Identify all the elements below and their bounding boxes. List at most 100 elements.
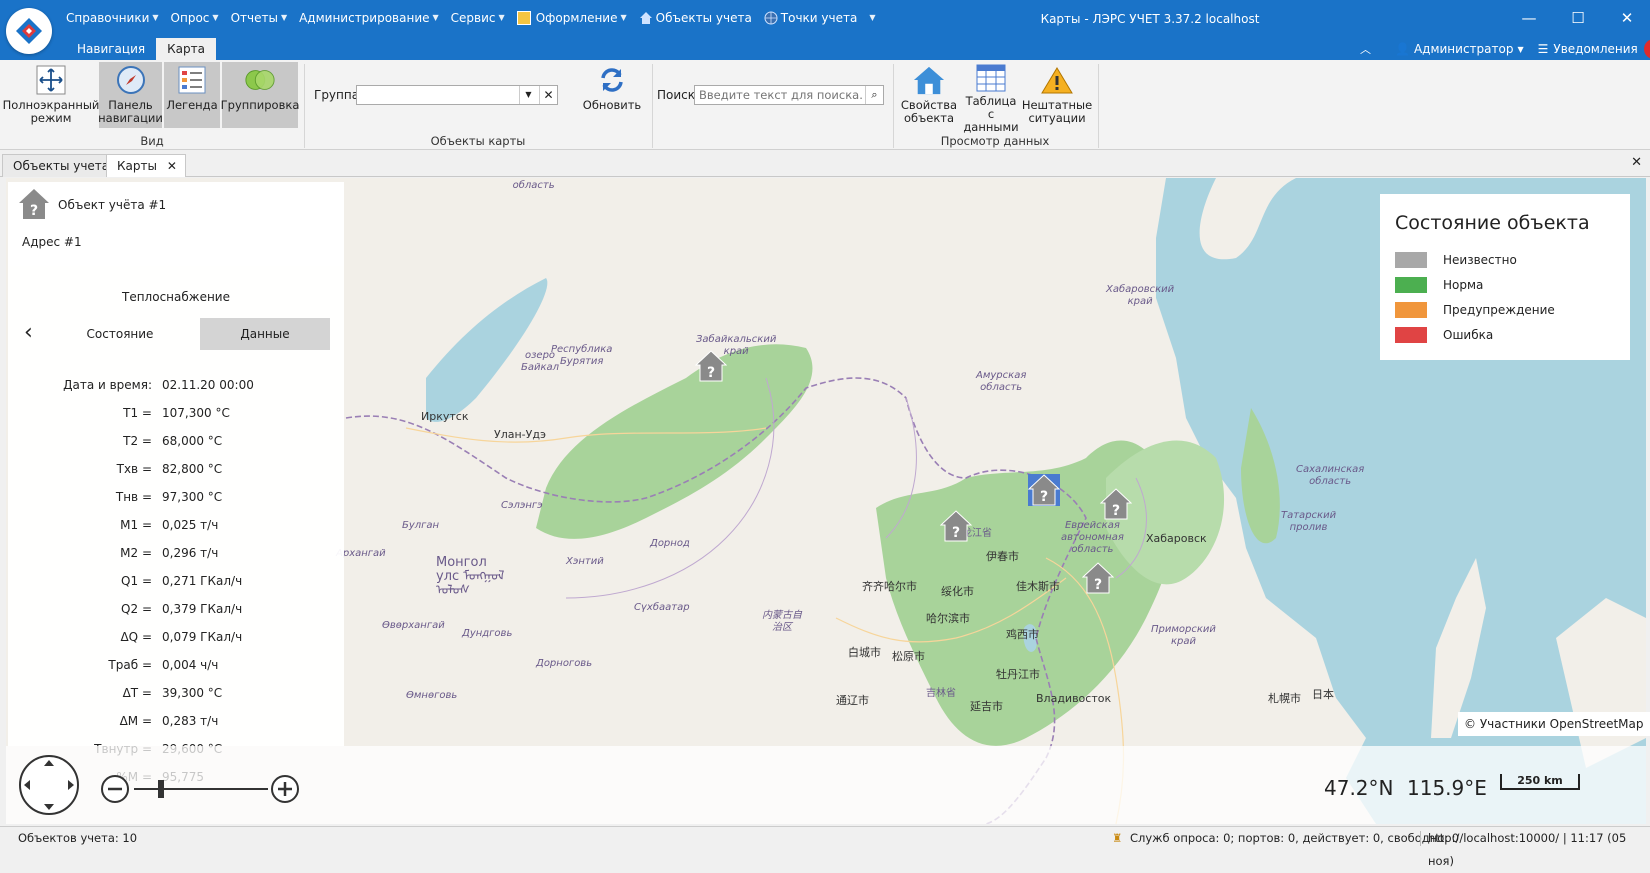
tab-map[interactable]: Карта [156,38,216,60]
search-field: ⌕ [694,85,884,105]
services-status[interactable]: Служб опроса: 0; портов: 0, действует: 0… [1130,827,1459,850]
grouping-button[interactable]: Группировка [221,62,299,128]
latitude-readout: 47.2°N [1324,776,1394,800]
legend-item: Ошибка [1395,326,1493,344]
house-icon [913,64,945,96]
object-header: ? Объект учёта #1 Адрес #1 [8,182,344,266]
mn-label: Сүхбаатар [634,602,690,613]
object-marker-selected[interactable]: ? [1028,474,1060,506]
data-row-value: 0,283 т/ч [162,714,219,728]
close-all-icon[interactable]: ✕ [1631,155,1642,170]
chevron-down-icon[interactable]: ▼ [519,86,537,104]
menu-oformlenie[interactable]: Оформление ▼ [511,9,633,27]
data-row-value: 02.11.20 00:00 [162,378,254,392]
object-panel: ? Объект учёта #1 Адрес #1 Теплоснабжени… [8,182,344,784]
clear-icon[interactable]: ✕ [539,86,557,104]
tab-navigation[interactable]: Навигация [66,38,156,60]
notifications-icon: ☰ [1537,42,1549,56]
search-input[interactable] [695,86,863,104]
grouping-icon [244,64,276,96]
menu-opros[interactable]: Опрос ▼ [165,9,225,27]
scale-bar: 250 km [1500,774,1580,790]
group-combobox[interactable]: ▼ ✕ [356,85,558,105]
search-icon[interactable]: ⌕ [865,86,883,104]
cn-label: 日本 [1312,688,1334,701]
zoom-slider-thumb[interactable] [158,780,164,798]
mn-label: Дорнод [650,538,690,549]
data-table-button[interactable]: Таблица с данными [962,62,1020,134]
user-menu[interactable]: Администратор [1414,42,1514,56]
data-row: M2 = 0,296 т/ч [8,544,344,562]
minimize-button[interactable]: — [1514,8,1544,28]
mn-label: Хэнтий [566,556,604,567]
notifications-link[interactable]: Уведомления [1553,42,1637,56]
collapse-ribbon-icon[interactable]: ︿ [1360,41,1371,57]
nav-panel-button[interactable]: Панель навигации [98,62,163,128]
emergencies-button[interactable]: Нештатные ситуации [1022,62,1092,128]
legend-button[interactable]: Легенда [164,62,220,128]
document-tabs: Объекты учета Карты ✕ ✕ [0,151,1650,177]
region-label: Татарский пролив [1281,510,1337,533]
segment-state[interactable]: Состояние [52,318,188,350]
object-marker-unknown[interactable]: ? [1100,488,1132,520]
menu-points[interactable]: Точки учета [758,9,864,27]
menu-spravochniki[interactable]: Справочники ▼ [60,9,165,27]
data-row-value: 0,296 т/ч [162,546,219,560]
data-row-key: ΔQ = [120,630,152,644]
data-row-value: 68,000 °C [162,434,223,448]
menu-objects[interactable]: Объекты учета [633,9,758,27]
cn-label: 松原市 [892,650,925,663]
data-row-key: T2 = [123,434,152,448]
menu-more[interactable]: ▼ [863,9,881,27]
globe-icon [764,11,778,25]
ribbon: Полноэкранный режим Панель навигации Лег… [0,60,1650,150]
scale-label: 250 km [1517,774,1563,787]
map-attribution[interactable]: © Участники OpenStreetMap [1458,712,1650,736]
theme-icon [516,11,531,25]
cn-label: 札幌市 [1268,692,1301,705]
back-chevron-icon[interactable]: ‹ [24,320,33,345]
legend-swatch [1395,252,1427,268]
data-row-value: 39,300 °C [162,686,223,700]
doc-tab-maps[interactable]: Карты ✕ [106,154,186,177]
object-properties-button[interactable]: Свойства объекта [900,62,958,128]
title-bar: Справочники ▼ Опрос ▼ Отчеты ▼ Администриро… [0,0,1650,60]
fullscreen-button[interactable]: Полноэкранный режим [3,62,99,128]
status-bar: Объектов учета: 10 ♜ Служб опроса: 0; по… [0,826,1650,868]
data-row-key: Q2 = [121,602,152,616]
mn-label: Дундговь [462,628,513,639]
cn-label: 伊春市 [986,550,1019,563]
service-icon: ♜ [1112,831,1123,845]
notifications-badge[interactable]: 2 [1643,39,1650,59]
close-window-button[interactable]: ✕ [1612,8,1642,28]
region-label: Хабаровский край [1106,284,1175,307]
zoom-out-icon[interactable] [100,774,130,804]
menu-admin[interactable]: Администрирование ▼ [293,9,445,27]
legend-title: Состояние объекта [1395,212,1590,234]
refresh-button[interactable]: Обновить [580,62,644,128]
close-tab-icon[interactable]: ✕ [167,155,177,177]
segment-data[interactable]: Данные [200,318,330,350]
region-label: Еврейская автономная область [1061,520,1124,555]
menu-otchety[interactable]: Отчеты ▼ [225,9,294,27]
doc-tab-objects[interactable]: Объекты учета [2,154,121,177]
server-status: http://localhost:10000/ | 11:17 (05 ноя) [1428,831,1627,868]
pan-control-icon[interactable] [18,754,80,816]
region-label: Приморский край [1151,624,1216,647]
object-marker-unknown[interactable]: ? [695,350,727,382]
cn-label: 通辽市 [836,694,869,707]
data-row-value: 107,300 °C [162,406,230,420]
data-row: Тнв = 97,300 °C [8,488,344,506]
app-logo[interactable] [6,8,52,54]
object-marker-unknown[interactable]: ? [940,510,972,542]
data-row-key: M2 = [120,546,152,560]
maximize-button[interactable]: ☐ [1563,8,1593,28]
country-label: Монгол улс ᠮᠣᠩᠭᠣᠯ ᠤᠯᠤᠰ [436,555,505,598]
zoom-slider-track[interactable] [134,788,268,790]
legend-panel: Состояние объекта Неизвестно Норма Преду… [1380,194,1630,360]
zoom-in-icon[interactable] [270,774,300,804]
data-row: Тхв = 82,800 °C [8,460,344,478]
object-marker-unknown[interactable]: ? [1082,562,1114,594]
menu-servis[interactable]: Сервис ▼ [445,9,511,27]
mn-label: Булган [402,520,440,531]
